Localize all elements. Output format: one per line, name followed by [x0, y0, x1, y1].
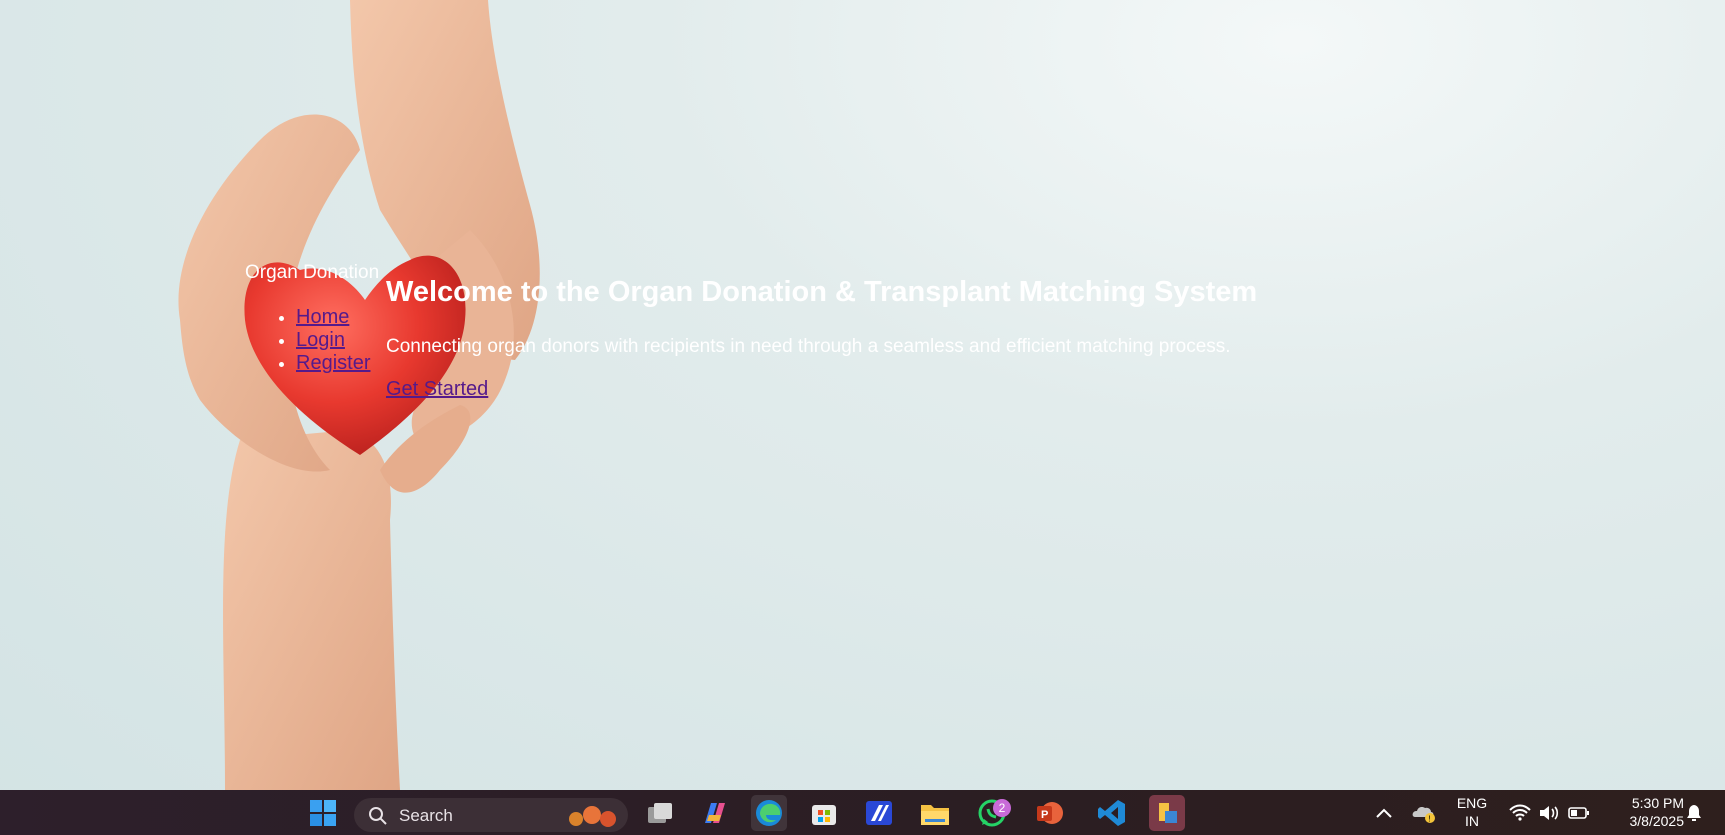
clock-date: 3/8/2025: [1629, 813, 1685, 829]
search-label: Search: [399, 806, 453, 825]
edge-icon[interactable]: [751, 795, 787, 831]
language-indicator[interactable]: ENG IN: [1450, 794, 1494, 830]
microsoft-store-icon[interactable]: [806, 795, 842, 831]
task-view-icon[interactable]: [642, 795, 678, 831]
svg-text:!: !: [1429, 815, 1431, 824]
nav-link-login[interactable]: Login: [296, 329, 345, 351]
nav-link-home[interactable]: Home: [296, 306, 349, 328]
copilot-icon[interactable]: [696, 795, 732, 831]
whatsapp-badge: 2: [993, 799, 1011, 817]
xampp-icon[interactable]: [1149, 795, 1185, 831]
svg-text:P: P: [1041, 809, 1048, 821]
vscode-icon[interactable]: [1094, 795, 1130, 831]
clock[interactable]: 5:30 PM 3/8/2025: [1604, 794, 1685, 830]
taskbar-search[interactable]: Search: [354, 798, 628, 832]
notifications-icon[interactable]: [1676, 795, 1712, 831]
show-hidden-icons-chevron-icon[interactable]: [1366, 795, 1402, 831]
site-brand: Organ Donation: [245, 262, 380, 283]
search-icon: [369, 807, 387, 825]
app-icon[interactable]: [861, 795, 897, 831]
nav-item-home: Home: [296, 306, 370, 329]
search-highlight-icon: [569, 806, 616, 827]
clock-time: 5:30 PM: [1631, 795, 1684, 811]
taskbar: Search 2 P ! ENG IN 5:30 PM 3/8/2025: [0, 790, 1725, 835]
main-nav: Home Login Register: [246, 306, 370, 375]
nav-item-login: Login: [296, 329, 370, 352]
battery-icon[interactable]: [1561, 795, 1597, 831]
hero-subtitle: Connecting organ donors with recipients …: [386, 336, 1231, 357]
language-line-1: ENG: [1456, 795, 1488, 811]
get-started-link[interactable]: Get Started: [386, 378, 488, 401]
nav-link-register[interactable]: Register: [296, 352, 370, 374]
file-explorer-icon[interactable]: [917, 795, 953, 831]
powerpoint-icon[interactable]: P: [1031, 795, 1067, 831]
nav-item-register: Register: [296, 352, 370, 375]
hero-background-image: [178, 0, 540, 790]
language-line-2: IN: [1465, 813, 1479, 829]
onedrive-warning-icon[interactable]: !: [1406, 795, 1442, 831]
hero-title: Welcome to the Organ Donation & Transpla…: [386, 276, 1258, 308]
windows-start-icon[interactable]: [305, 795, 341, 831]
